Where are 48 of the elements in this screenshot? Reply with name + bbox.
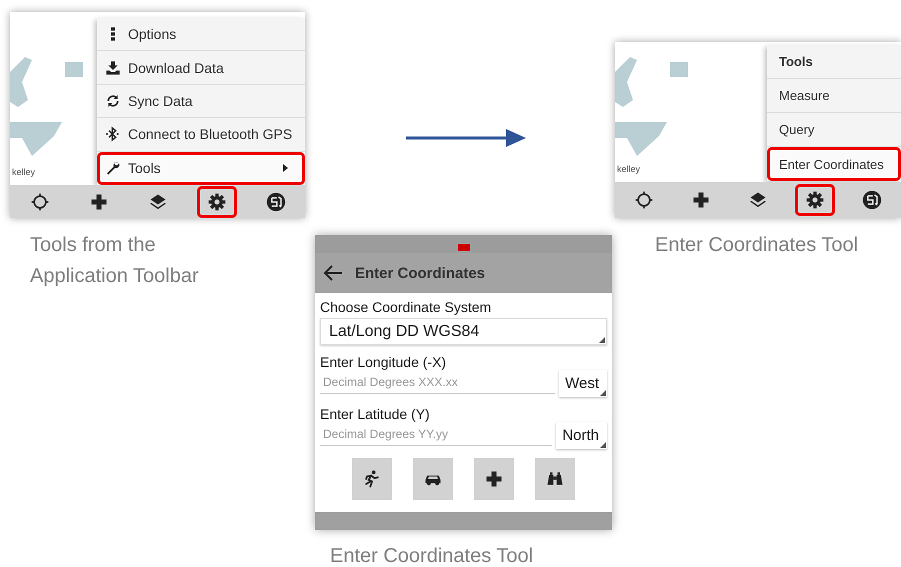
bluetooth-icon (105, 126, 121, 142)
plus-icon (88, 192, 108, 212)
right-arrow-icon (406, 129, 526, 147)
screen-title: Enter Coordinates (355, 264, 486, 282)
menu-item[interactable]: Tools (97, 152, 305, 185)
back-arrow-icon[interactable] (323, 265, 343, 281)
caption: Tools from the (30, 233, 157, 258)
menu-item[interactable]: Download Data (97, 51, 305, 85)
layers-icon (748, 190, 768, 210)
dropdown-corner-icon (600, 390, 606, 396)
caption: Enter Coordinates Tool (330, 544, 534, 567)
dropdown-corner-icon (600, 442, 606, 448)
globe-icon (266, 192, 286, 212)
plus-icon (690, 190, 711, 210)
car-button[interactable] (413, 458, 454, 500)
menu-item[interactable]: Enter Coordinates (767, 147, 901, 181)
layers-icon (148, 192, 168, 212)
wrench-icon (105, 160, 121, 176)
toolbar-button[interactable] (795, 184, 836, 216)
caption: Application Toolbar (30, 264, 199, 289)
caption: Enter Coordinates Tool (655, 233, 858, 258)
field-label: Enter Longitude (-X) (320, 354, 448, 370)
locate-icon (634, 190, 654, 210)
binoculars-button[interactable] (534, 458, 575, 500)
menu-header: Tools (767, 45, 901, 79)
map-label: kelley (12, 167, 36, 177)
gear-icon (206, 192, 226, 212)
field-label: Enter Latitude (Y) (320, 406, 431, 422)
map-label: kelley (617, 164, 640, 174)
submenu-arrow-icon (282, 164, 288, 172)
download-icon (105, 60, 121, 76)
globe-icon (862, 190, 882, 210)
add-button[interactable] (474, 458, 514, 500)
walk-button[interactable] (352, 458, 392, 500)
toolbar-button[interactable] (196, 186, 236, 218)
direction-dropdown[interactable]: West (559, 370, 607, 397)
coordinate-system-dropdown[interactable]: Lat/Long DD WGS84 (320, 318, 607, 345)
locate-icon (30, 192, 50, 212)
menu-item[interactable]: Measure (767, 79, 901, 113)
gear-icon (805, 190, 826, 210)
field-label: Choose Coordinate System (320, 299, 492, 315)
plus-icon (484, 469, 504, 489)
dropdown-corner-icon (599, 337, 605, 343)
menu-item[interactable]: Sync Data (97, 84, 305, 118)
status-indicator-icon (458, 244, 470, 251)
direction-dropdown[interactable]: North (556, 422, 607, 449)
sync-icon (105, 92, 121, 109)
menu-item[interactable]: Options (97, 18, 305, 52)
